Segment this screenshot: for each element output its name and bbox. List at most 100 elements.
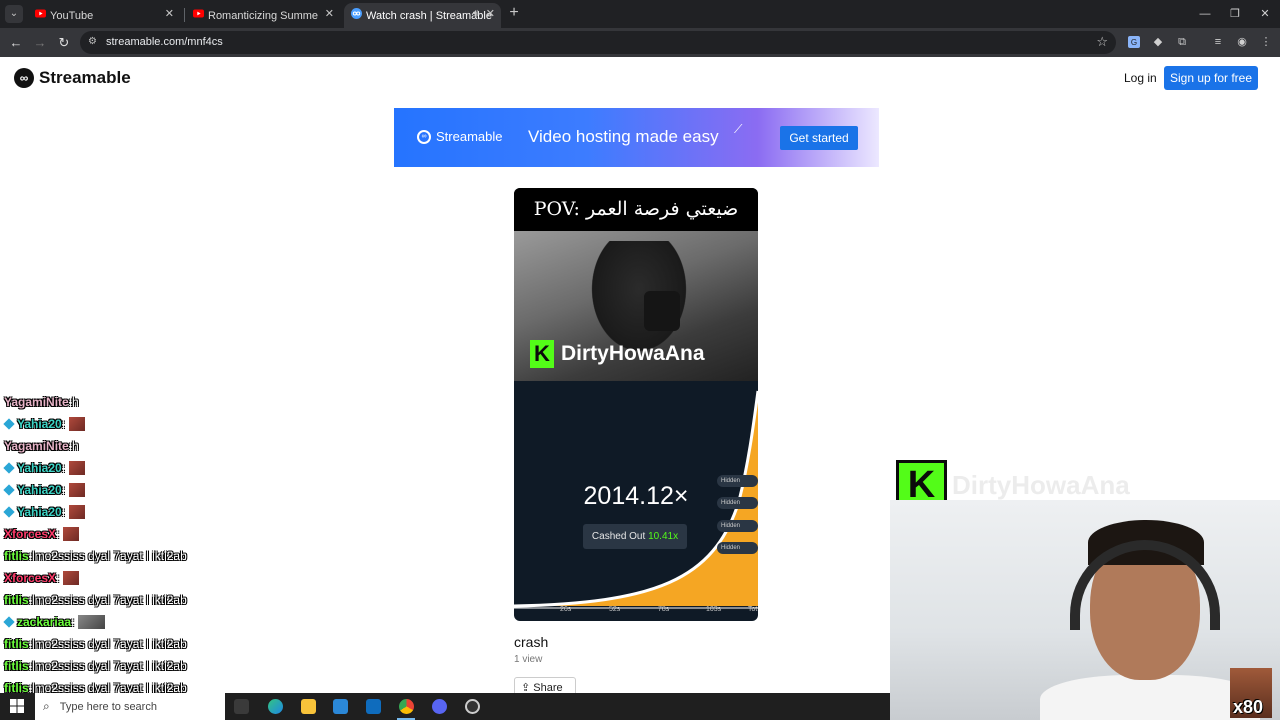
hidden-player-pill: Hidden [717,542,758,554]
reload-icon[interactable]: ↻ [55,34,73,52]
windows-start-icon[interactable] [10,699,24,713]
back-icon[interactable]: ← [7,34,25,52]
chat-text: lmo2ssiss dyal 7ayat l ikti2ab [32,549,187,563]
translate-icon[interactable]: G [1127,35,1141,49]
media-controls-icon[interactable]: ≡ [1211,35,1225,49]
tab-youtube[interactable]: YouTube ✕ [28,3,180,28]
chat-badge-icon [3,616,15,628]
search-icon: ⌕ [43,699,50,713]
outlook-icon[interactable] [366,699,381,714]
obs-icon[interactable] [465,699,480,714]
chat-username[interactable]: Yahia20 [17,461,62,475]
tab-divider [184,8,185,22]
chat-username[interactable]: XforcesX [4,571,56,585]
chat-username[interactable]: Yahia20 [17,417,62,431]
chat-message: Yahia20 : [3,460,86,476]
logo-text: Streamable [39,68,131,87]
forward-icon[interactable]: → [31,34,49,52]
chat-username[interactable]: Yahia20 [17,483,62,497]
webcam-overlay [890,500,1280,720]
profile-icon[interactable]: ◉ [1235,35,1249,49]
browser-tab-strip: ⌄ YouTube ✕ Romanticizing Summer in the … [0,0,1280,28]
close-window-icon[interactable]: ✕ [1250,5,1280,23]
chat-username[interactable]: fitlis [4,637,29,651]
streamable-logo[interactable]: ∞ Streamable [14,68,131,88]
new-tab-button[interactable]: + [505,4,523,22]
minimize-icon[interactable]: — [1190,5,1220,23]
kick-logo-icon: K [530,340,554,368]
streamable-icon [351,8,362,19]
chat-emote [63,571,80,585]
chat-message: fitlis : lmo2ssiss dyal 7ayat l ikti2ab [4,658,187,674]
close-tab-icon[interactable]: ✕ [165,7,174,20]
chat-message: fitlis : lmo2ssiss dyal 7ayat l ikti2ab [4,592,187,608]
axis-tick: Tot [748,606,758,613]
chat-username[interactable]: zackariaa [17,615,71,629]
task-view-icon[interactable] [234,699,249,714]
chat-badge-icon [3,462,15,474]
hidden-player-pill: Hidden [717,520,758,532]
chat-message: YagamiNite : h [4,438,79,454]
chat-message: fitlis : lmo2ssiss dyal 7ayat l ikti2ab [4,548,187,564]
video-player[interactable]: POV: ضيعتي فرصة العمر K DirtyHowaAna 201… [514,188,758,621]
overlay-channel-name: DirtyHowaAna [952,470,1130,500]
close-tab-icon[interactable]: ✕ [486,7,495,20]
tab-title: YouTube [50,9,94,22]
chat-emote [63,527,80,541]
url-text: streamable.com/mnf4cs [106,36,223,48]
chat-username[interactable]: XforcesX [4,527,56,541]
taskbar-search[interactable]: ⌕ Type here to search [35,693,225,720]
view-count: 1 view [514,654,543,665]
cashed-out-label: Cashed Out [591,531,646,542]
extensions-puzzle-icon[interactable]: ⧉ [1175,35,1189,49]
chat-badge-icon [3,484,15,496]
chat-username[interactable]: fitlis [4,593,29,607]
close-tab-icon[interactable]: ✕ [325,7,334,20]
speaker-icon[interactable]: 🔊︎ [473,8,479,19]
streamer-shirt [1040,675,1260,720]
login-link[interactable]: Log in [1124,71,1157,85]
stream-chat-overlay: YagamiNite : h Yahia20 : YagamiNite : h Ya… [0,377,260,693]
chat-message: fitlis : lmo2ssiss dyal 7ayat l ikti2ab [4,636,187,652]
chat-username[interactable]: fitlis [4,659,29,673]
chat-message: Yahia20 : [3,482,86,498]
signup-button[interactable]: Sign up for free [1164,66,1258,90]
chat-username[interactable]: fitlis [4,681,29,693]
chat-username[interactable]: YagamiNite [4,439,69,453]
banner-logo: ∞ Streamable [417,129,502,144]
bookmark-star-icon[interactable]: ☆ [1096,34,1108,50]
address-bar[interactable]: ⚙ streamable.com/mnf4cs ☆ [80,31,1116,54]
site-info-icon[interactable]: ⚙ [88,36,100,48]
tab-title: Watch crash | Streamable [366,9,492,22]
chat-username[interactable]: Yahia20 [17,505,62,519]
cashed-out-value: 10.41x [648,531,679,542]
store-icon[interactable] [333,699,348,714]
file-explorer-icon[interactable] [301,699,316,714]
edge-icon[interactable] [268,699,283,714]
chat-emote [69,505,86,519]
youtube-icon [193,8,204,19]
tab-streamable[interactable]: Watch crash | Streamable 🔊︎ ✕ [344,3,501,28]
axis-tick: 103s [706,606,722,613]
discord-icon[interactable] [432,699,447,714]
promo-banner[interactable]: ∞ Streamable Video hosting made easy ⟋ G… [394,108,879,167]
sub-multiplier: x80 [1233,697,1264,717]
chat-emote [69,483,86,497]
chat-username[interactable]: fitlis [4,549,29,563]
chat-separator: : [61,461,66,475]
tab-romanticizing-summer[interactable]: Romanticizing Summer in the n ✕ [186,3,340,28]
chat-text: h [72,395,79,409]
browser-toolbar: ← → ↻ ⚙ streamable.com/mnf4cs ☆ G ◆ ⧉ ≡ … [0,28,1280,57]
menu-kebab-icon[interactable]: ⋮ [1259,35,1273,49]
tab-search-button[interactable]: ⌄ [5,5,23,23]
chat-username[interactable]: YagamiNite [4,395,69,409]
tab-title: Romanticizing Summer in the n [208,9,318,22]
get-started-button[interactable]: Get started [780,126,858,150]
extension-diamond-icon[interactable]: ◆ [1151,35,1165,49]
maximize-icon[interactable]: ❐ [1220,5,1250,23]
chat-message: YagamiNite : h [4,394,79,410]
chat-emote [69,417,86,431]
chrome-icon[interactable] [399,699,414,714]
axis-tick: 78s [658,606,670,613]
svg-text:G: G [1131,38,1137,47]
